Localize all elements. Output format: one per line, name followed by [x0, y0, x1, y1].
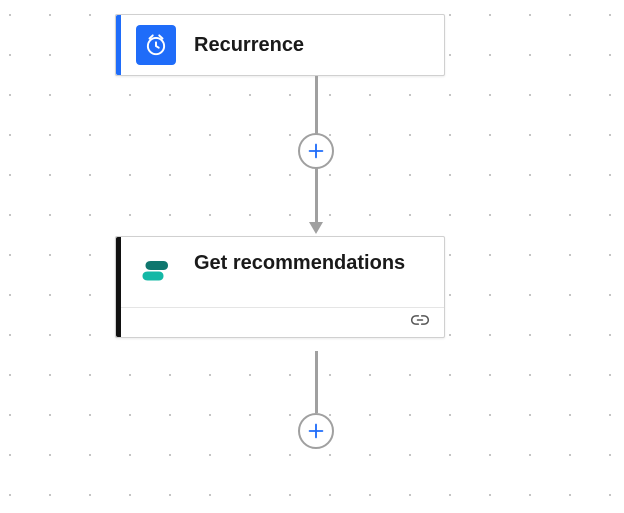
accent-bar — [116, 237, 121, 337]
action-card[interactable]: Get recommendations — [115, 236, 445, 338]
process-advisor-icon — [136, 253, 176, 293]
action-title: Get recommendations — [194, 251, 405, 276]
trigger-title: Recurrence — [194, 33, 304, 58]
clock-icon-tile — [136, 25, 176, 65]
trigger-card[interactable]: Recurrence — [115, 14, 445, 76]
flow-canvas[interactable]: Recurrence Get recommendations — [0, 0, 624, 513]
action-card-footer — [116, 307, 444, 337]
link-icon[interactable] — [410, 312, 430, 333]
plus-icon — [305, 420, 327, 442]
add-step-button[interactable] — [298, 133, 334, 169]
plus-icon — [305, 140, 327, 162]
clock-icon — [143, 32, 169, 58]
connector-line — [315, 351, 318, 413]
add-step-button[interactable] — [298, 413, 334, 449]
accent-bar — [116, 15, 121, 75]
connector-arrowhead — [309, 222, 323, 234]
